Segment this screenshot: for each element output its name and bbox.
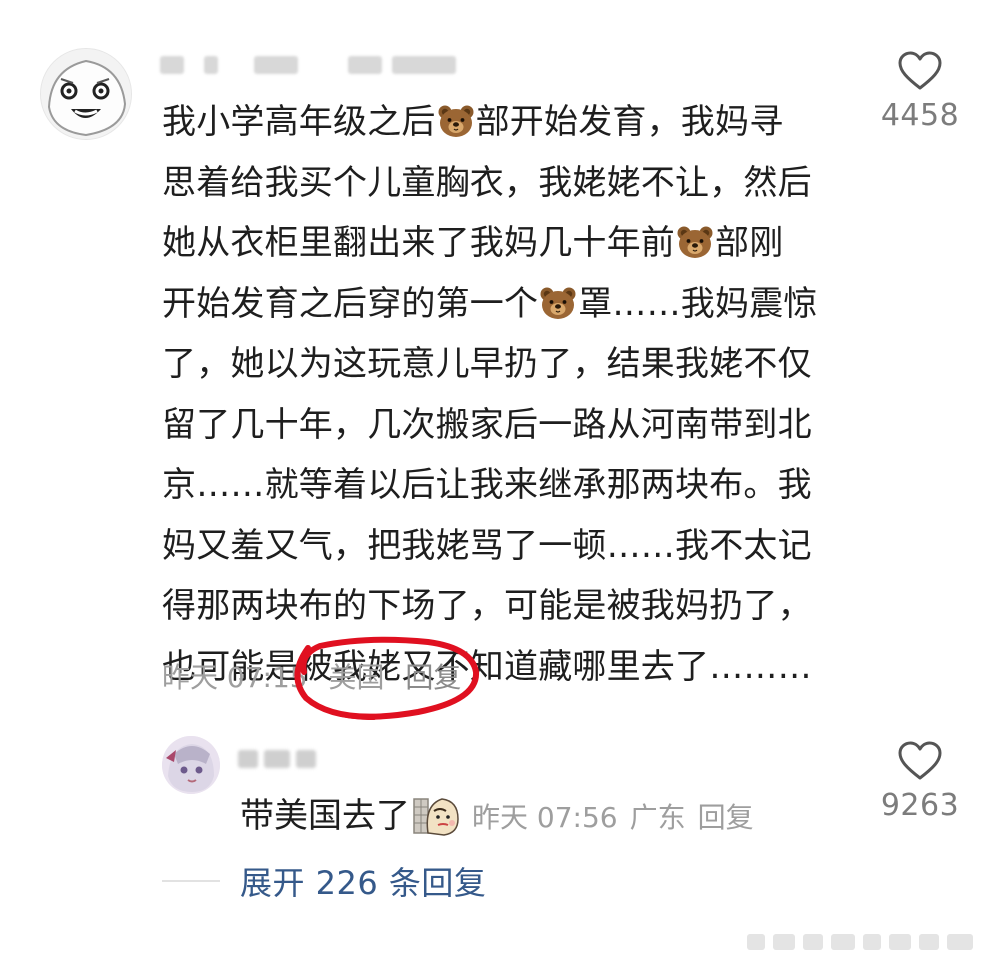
comment-reply-button[interactable]: 回复 [405, 661, 461, 694]
bear-face-icon [540, 287, 576, 319]
comment-line: 得那两块布的下场了，可能是被我妈扔了， [162, 576, 862, 637]
commenter-username-redacted[interactable] [160, 44, 460, 80]
reply-row: 带美国去了 昨天 07:56 广东 回复 [240, 788, 766, 837]
reply-avatar[interactable] [162, 736, 220, 794]
heart-icon[interactable] [897, 50, 943, 92]
reply-time: 昨天 07:56 [472, 801, 618, 834]
blurred-watermark [747, 934, 973, 950]
comment-text-segment: 开始发育之后穿的第一个 [162, 283, 539, 324]
comment-like[interactable]: 4458 [865, 50, 975, 133]
comment-line: 思着给我买个儿童胸衣，我姥姥不让，然后 [162, 153, 862, 214]
expand-replies[interactable]: 展开 226 条回复 [162, 858, 486, 904]
comment-text-segment: 我小学高年级之后 [162, 102, 436, 142]
comment-text-segment: 部开始发育，我妈寻 [475, 102, 784, 142]
comment-text-segment: 罩……我妈震惊 [578, 283, 818, 324]
reply-username-redacted[interactable] [238, 744, 328, 774]
comment-text-segment: 妈又羞又气，把我姥骂了一顿……我不太记 [162, 525, 812, 566]
comment-location: 美国 [328, 661, 385, 694]
comment-text-segment: 留了几十年，几次搬家后一路从河南带到北 [162, 404, 812, 445]
anime-avatar-icon [162, 736, 220, 794]
comment-line: 了，她以为这玩意儿早扔了，结果我姥不仅 [162, 334, 862, 395]
reply-like[interactable]: 9263 [865, 740, 975, 823]
expand-divider [162, 880, 220, 882]
heart-icon[interactable] [897, 740, 943, 782]
reply-reply-button[interactable]: 回复 [698, 801, 754, 834]
comment-time: 昨天 07:15 [162, 661, 308, 694]
comment-line: 留了几十年，几次搬家后一路从河南带到北 [162, 395, 862, 456]
bear-face-icon [438, 105, 474, 137]
comment-line: 她从衣柜里翻出来了我妈几十年前 部刚 [162, 213, 862, 274]
reply-like-count: 9263 [880, 788, 960, 823]
comment-text: 我小学高年级之后 部开始发育，我妈寻 思着给我买个儿童胸衣，我姥姥不让，然后 她从衣… [162, 92, 862, 697]
comment-text-segment: 京……就等着以后让我来继承那两块布。我 [162, 465, 812, 505]
cartoon-face-icon [41, 49, 131, 139]
comment-text-segment: 部刚 [715, 223, 784, 263]
reply-text: 带美国去了 [240, 796, 410, 836]
comment-text-segment: 得那两块布的下场了，可能是被我妈扔了， [162, 586, 812, 626]
comment-like-count: 4458 [880, 98, 960, 133]
commenter-avatar[interactable] [40, 48, 132, 140]
expand-replies-label[interactable]: 展开 226 条回复 [240, 864, 486, 902]
comment-text-segment: 了，她以为这玩意儿早扔了，结果我姥不仅 [162, 344, 812, 384]
comment-line: 我小学高年级之后 部开始发育，我妈寻 [162, 92, 862, 153]
comment-meta: 昨天 07:15 美国 回复 [162, 656, 473, 696]
comment-line: 开始发育之后穿的第一个 罩……我妈震惊 [162, 274, 862, 335]
comment-text-segment: 她从衣柜里翻出来了我妈几十年前 [162, 223, 675, 263]
bear-face-icon [677, 226, 713, 258]
reply-location: 广东 [629, 801, 686, 834]
comment-text-segment: 思着给我买个儿童胸衣，我姥姥不让，然后 [162, 162, 812, 203]
cartoon-sticker-icon [412, 793, 460, 837]
comment-line: 妈又羞又气，把我姥骂了一顿……我不太记 [162, 516, 862, 577]
comment-line: 京……就等着以后让我来继承那两块布。我 [162, 455, 862, 516]
